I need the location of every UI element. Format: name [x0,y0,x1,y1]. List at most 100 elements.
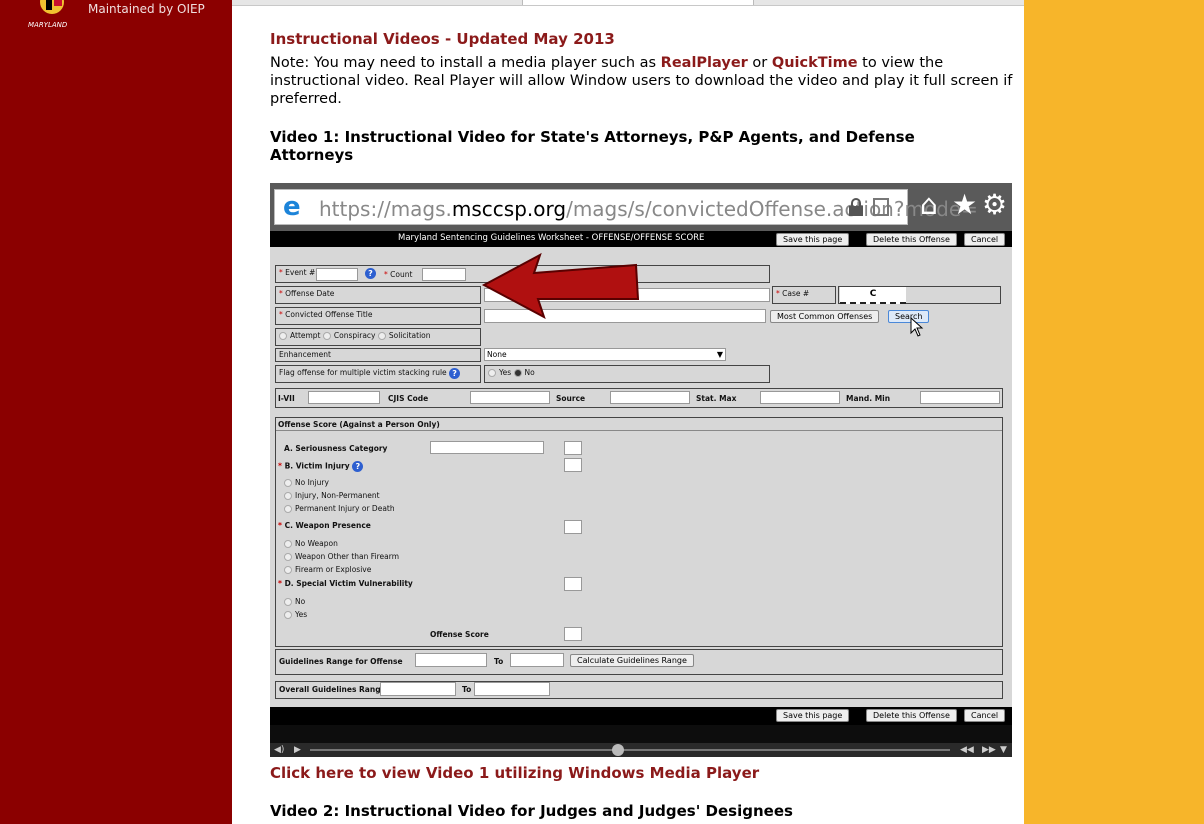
home-icon: ⌂ [920,188,938,221]
overall-to-input[interactable] [474,682,550,696]
weapon-option[interactable]: Weapon Other than Firearm [284,552,399,561]
delete-offense-button[interactable]: Delete this Offense [866,233,957,246]
weapon-label: * C. Weapon Presence [278,521,371,530]
form-title: Maryland Sentencing Guidelines Worksheet… [398,233,705,243]
page-heading: Instructional Videos - Updated May 2013 [270,30,615,48]
media-controls: ◀) ▶ ◀◀ ▶▶ ▼ [270,743,1012,757]
overall-from-input[interactable] [380,682,456,696]
to-label: To [494,657,504,666]
star-icon: ★ [952,188,978,221]
enhancement-label: Enhancement [275,348,481,362]
stat-max-label: Stat. Max [696,394,737,403]
vulnerability-score[interactable] [564,577,582,591]
volume-icon[interactable]: ◀) [274,743,284,757]
seriousness-score[interactable] [564,441,582,455]
convicted-offense-label: * Convicted Offense Title [275,307,481,325]
injury-option[interactable]: No Injury [284,478,329,487]
injury-option[interactable]: Permanent Injury or Death [284,504,395,513]
case-label: * Case # [772,286,836,304]
cjis-label: CJIS Code [388,394,429,403]
source-input[interactable] [610,391,690,404]
i-vii-input[interactable] [308,391,380,404]
most-common-offenses-button[interactable]: Most Common Offenses [770,310,880,323]
realplayer-link[interactable]: RealPlayer [661,55,748,71]
overall-to-label: To [462,685,472,694]
vulnerability-label: * D. Special Victim Vulnerability [278,579,413,588]
page-icon [873,198,889,216]
victim-injury-score[interactable] [564,458,582,472]
quicktime-link[interactable]: QuickTime [772,55,858,71]
weapon-option[interactable]: No Weapon [284,539,338,548]
note-text-1: Note: You may need to install a media pl… [270,55,661,71]
forward-icon[interactable]: ▶▶ [982,743,996,757]
guidelines-range-label: Guidelines Range for Offense [279,657,403,666]
red-arrow-pointer [481,252,640,319]
source-label: Source [556,394,586,403]
chevron-down-icon[interactable]: ▼ [1000,743,1007,757]
injury-option[interactable]: Injury, Non-Permanent [284,491,380,500]
vulnerability-option[interactable]: Yes [284,610,307,619]
vulnerability-option[interactable]: No [284,597,305,606]
cjis-input[interactable] [470,391,550,404]
browser-tab-strip [232,0,1024,6]
event-label: Event # [285,268,316,277]
video-url-box: e https://mags.msccsp.org/mags/s/convict… [274,189,978,225]
save-page-button-bottom[interactable]: Save this page [776,709,850,722]
mouse-cursor-icon [910,317,924,337]
offense-score-label: Offense Score [430,630,489,639]
offense-form: Maryland Sentencing Guidelines Worksheet… [270,231,1012,707]
mand-min-label: Mand. Min [846,394,891,403]
form-header: Maryland Sentencing Guidelines Worksheet… [270,231,1012,247]
delete-offense-button-bottom[interactable]: Delete this Offense [866,709,957,722]
form-footer: Save this page Delete this Offense Cance… [270,707,1012,725]
range-from-input[interactable] [415,653,487,667]
section-divider [276,430,1002,431]
weapon-option[interactable]: Firearm or Explosive [284,565,371,574]
victim-injury-label: * B. Victim Injury ? [278,461,364,472]
enhancement-select[interactable]: None ▼ [484,348,726,361]
left-band: MARYLAND Maintained by OIEP [0,0,232,824]
calculate-range-button[interactable]: Calculate Guidelines Range [570,654,694,667]
save-page-button[interactable]: Save this page [776,233,850,246]
case-input[interactable]: C [840,287,906,304]
offense-score-input[interactable] [564,627,582,641]
play-icon[interactable]: ▶ [294,743,301,757]
right-band [1024,0,1204,824]
offense-date-label: * Offense Date [275,286,481,304]
flag-label: Flag offense for multiple victim stackin… [275,365,481,383]
gear-icon: ⚙ [982,188,1008,221]
video1-wmp-link[interactable]: Click here to view Video 1 utilizing Win… [270,764,759,782]
note-text-2: or [747,55,772,71]
count-label: * Count [384,270,413,279]
seriousness-input[interactable] [430,441,544,454]
url-part-1: https://mags. [319,197,452,221]
video-address-bar: e https://mags.msccsp.org/mags/s/convict… [270,183,1012,231]
seek-bar[interactable] [310,749,950,751]
browser-tab[interactable] [522,0,754,5]
url-domain: msccsp.org [451,197,567,221]
stat-max-input[interactable] [760,391,840,404]
cancel-button[interactable]: Cancel [964,233,1006,246]
offense-score-header: Offense Score (Against a Person Only) [278,420,440,429]
help-icon[interactable]: ? [365,268,376,279]
svg-text:MARYLAND: MARYLAND [28,21,68,29]
cancel-button-bottom[interactable]: Cancel [964,709,1006,722]
seek-knob[interactable] [612,744,624,756]
range-to-input[interactable] [510,653,564,667]
overall-range-label: Overall Guidelines Range [279,685,386,694]
attempt-row: Attempt Conspiracy Solicitation [275,328,481,346]
weapon-score[interactable] [564,520,582,534]
player-note: Note: You may need to install a media pl… [270,54,1015,108]
url-part-2: /mags/s/convictedOffense.action?mode= [566,197,978,221]
video2-title: Video 2: Instructional Video for Judges … [270,802,793,820]
flag-options[interactable]: Yes No [484,365,770,383]
ie-icon: e [283,192,301,222]
rewind-icon[interactable]: ◀◀ [960,743,974,757]
event-input[interactable] [316,268,358,281]
video1-title: Video 1: Instructional Video for State's… [270,128,915,164]
maryland-logo: MARYLAND [28,0,68,29]
seriousness-label: A. Seriousness Category [284,444,388,453]
mand-min-input[interactable] [920,391,1000,404]
video-player[interactable]: e https://mags.msccsp.org/mags/s/convict… [270,183,1012,757]
count-input[interactable] [422,268,466,281]
